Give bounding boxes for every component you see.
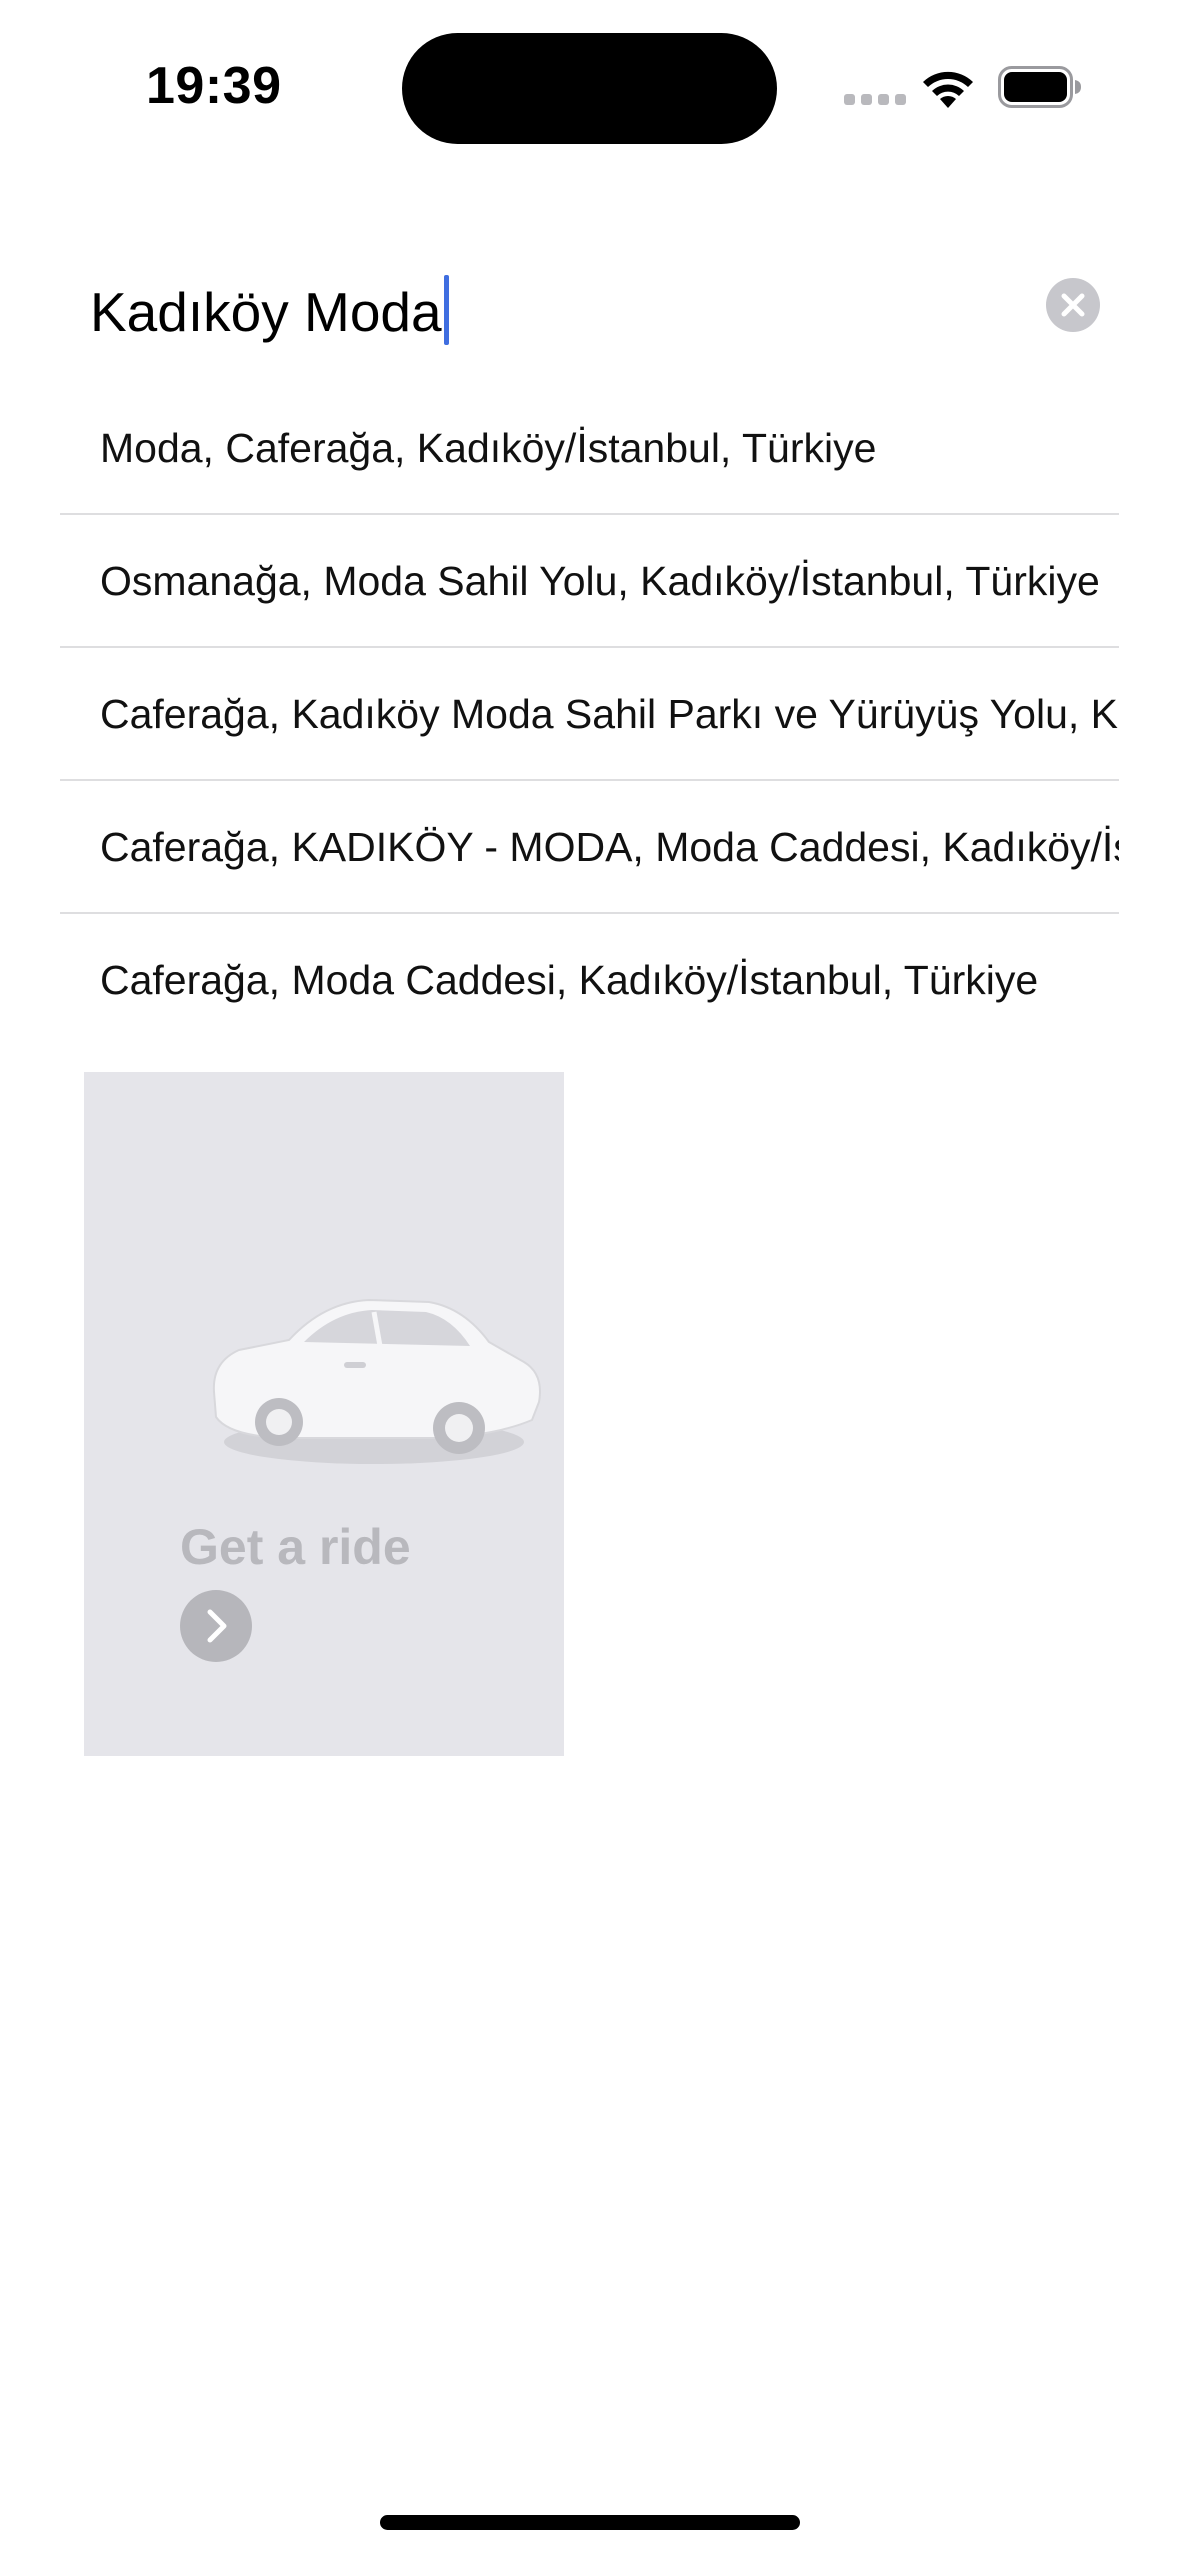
suggestion-label: Osmanağa, Moda Sahil Yolu, Kadıköy/İstan… [100, 558, 1100, 604]
get-a-ride-card[interactable]: Get a ride [84, 1072, 564, 1756]
home-indicator[interactable] [380, 2515, 800, 2530]
suggestion-label: Caferağa, KADIKÖY - MODA, Moda Caddesi, … [100, 824, 1119, 870]
ride-card-title: Get a ride [180, 1519, 411, 1575]
suggestion-item[interactable]: Caferağa, Moda Caddesi, Kadıköy/İstanbul… [60, 914, 1119, 1047]
car-illustration [212, 1298, 541, 1464]
suggestion-label: Caferağa, Moda Caddesi, Kadıköy/İstanbul… [100, 957, 1039, 1003]
cell-signal-icon [844, 94, 906, 106]
search-input[interactable]: Kadıköy Moda [90, 275, 449, 345]
search-bar: Kadıköy Moda [0, 255, 1179, 355]
suggestion-item[interactable]: Osmanağa, Moda Sahil Yolu, Kadıköy/İstan… [60, 515, 1119, 648]
suggestion-label: Moda, Caferağa, Kadıköy/İstanbul, Türkiy… [100, 425, 877, 471]
suggestion-item[interactable]: Moda, Caferağa, Kadıköy/İstanbul, Türkiy… [60, 382, 1119, 515]
chevron-right-icon [207, 1609, 227, 1643]
wifi-icon [923, 71, 973, 108]
suggestion-list: Moda, Caferağa, Kadıköy/İstanbul, Türkiy… [60, 382, 1119, 1047]
dynamic-island [402, 33, 777, 144]
suggestion-item[interactable]: Caferağa, Kadıköy Moda Sahil Parkı ve Yü… [60, 648, 1119, 781]
suggestion-item[interactable]: Caferağa, KADIKÖY - MODA, Moda Caddesi, … [60, 781, 1119, 914]
text-caret [443, 275, 449, 345]
clear-icon [1061, 293, 1085, 317]
clear-button[interactable] [1046, 278, 1100, 332]
ride-card-arrow-button[interactable] [180, 1590, 252, 1662]
search-input-value: Kadıköy Moda [90, 281, 442, 343]
battery-icon [998, 66, 1081, 108]
status-time: 19:39 [146, 57, 282, 115]
suggestion-label: Caferağa, Kadıköy Moda Sahil Parkı ve Yü… [100, 691, 1119, 737]
